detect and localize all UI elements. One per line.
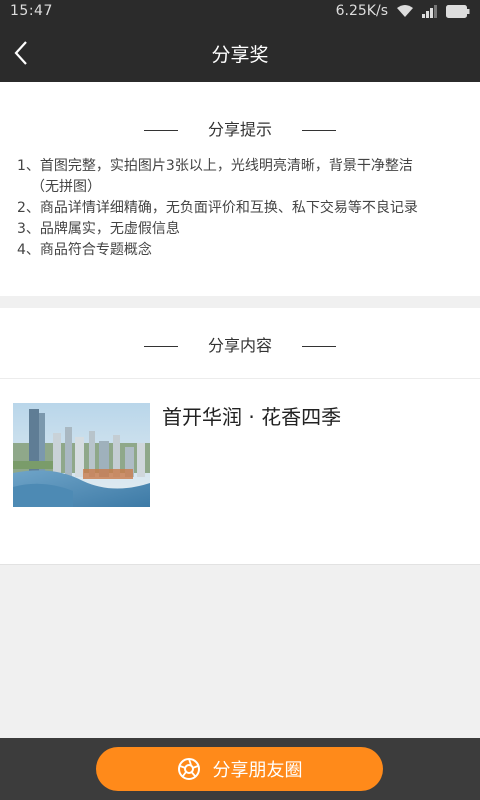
title-line-left [143,346,178,347]
tip-item: 3、品牌属实，无虚假信息 [17,221,180,237]
content-section-title: 分享内容 [0,332,480,356]
title-line-left [143,130,178,131]
tip-item: 1、首图完整，实拍图片3张以上，光线明亮清晰，背景干净整洁 [17,158,413,174]
content-title-text: 分享内容 [207,336,272,355]
title-line-right [302,130,336,131]
camera-aperture-icon [177,758,200,780]
status-time: 15:47 [10,3,53,19]
share-button-label: 分享朋友圈 [212,760,303,781]
bottom-bar: 分享朋友圈 [0,738,480,800]
divider [0,378,480,379]
header-bar: 分享奖 [0,24,480,82]
tip-item-continuation: （无拼图） [31,179,101,195]
wifi-icon [397,5,413,17]
tip-item: 2、商品详情详细精确，无负面评价和互换、私下交易等不良记录 [17,200,418,216]
page-title: 分享奖 [211,44,269,66]
tips-title-text: 分享提示 [207,120,272,139]
product-image[interactable] [13,403,150,507]
tips-list: 1、首图完整，实拍图片3张以上，光线明亮清晰，背景干净整洁 （无拼图） 2、商品… [17,156,468,261]
title-line-right [302,346,336,347]
battery-icon [446,4,470,18]
share-tips-section: 分享提示 1、首图完整，实拍图片3张以上，光线明亮清晰，背景干净整洁 （无拼图）… [0,82,480,296]
tips-section-title: 分享提示 [0,116,480,140]
status-indicators: 6.25K/s [336,3,470,19]
share-content-section: 分享内容 首开华润 · 花香四季 [0,308,480,565]
city-skyline-image [13,403,150,507]
product-name[interactable]: 首开华润 · 花香四季 [162,401,341,430]
status-bar: 15:47 6.25K/s [0,0,480,24]
signal-icon [422,5,437,18]
tip-item: 4、商品符合专题概念 [17,242,152,258]
network-speed: 6.25K/s [335,3,388,19]
share-moments-button[interactable]: 分享朋友圈 [96,747,383,791]
